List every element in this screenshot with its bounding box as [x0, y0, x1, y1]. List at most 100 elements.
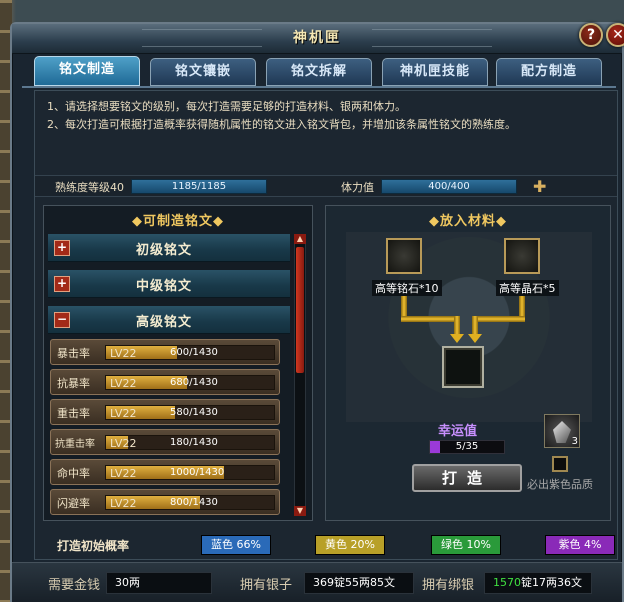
title-ornament-right — [372, 29, 492, 47]
tab-recipe-craft[interactable]: 配方制造 — [496, 58, 602, 86]
prob-purple: 紫色 4% — [545, 535, 615, 555]
tab-rune-inlay[interactable]: 铭文镶嵌 — [150, 58, 256, 86]
luck-crystal-slot[interactable]: 3 — [544, 414, 580, 448]
probability-row: 打造初始概率 蓝色 66% 黄色 20% 绿色 10% 紫色 4% — [35, 527, 617, 559]
rune-level: LV22 — [110, 467, 137, 480]
scroll-down-icon[interactable]: ▼ — [294, 506, 306, 516]
flow-arrow-right-drop — [472, 316, 478, 336]
rune-level: LV22 — [110, 377, 137, 390]
category-advanced[interactable]: − 高级铭文 — [48, 306, 290, 334]
instructions: 1、请选择想要铭文的级别，每次打造需要足够的打造材料、银两和体力。 2、每次打造… — [47, 98, 607, 134]
scroll-thumb[interactable] — [296, 247, 304, 373]
materials-panel: ◆放入材料◆ 高等铭石*10 高等晶石*5 幸运值 5/35 3 打造 必出紫色… — [325, 205, 611, 521]
crystal-count: 3 — [571, 436, 578, 447]
question-icon: ? — [586, 27, 596, 43]
rune-row[interactable]: 抗重击率 LV22 180/1430 — [50, 429, 280, 455]
category-label: 中级铭文 — [136, 279, 193, 294]
rune-progress-bar: LV22 580/1430 — [105, 405, 275, 420]
must-purple-label: 必出紫色品质 — [527, 478, 593, 491]
category-label: 高级铭文 — [136, 315, 193, 330]
tab-rune-disassemble[interactable]: 铭文拆解 — [266, 58, 372, 86]
material-slot-2[interactable] — [504, 238, 540, 274]
category-basic[interactable]: + 初级铭文 — [48, 234, 290, 262]
forge-button[interactable]: 打造 — [412, 464, 522, 492]
silver-value: 369锭55两85文 — [304, 572, 414, 594]
flow-arrow-left-drop — [454, 316, 460, 336]
rune-name: 命中率 — [57, 467, 90, 480]
bound-silver-rest: 锭17两36文 — [521, 576, 582, 589]
luck-bar: 5/35 — [429, 440, 505, 454]
close-icon: ✕ — [612, 27, 624, 43]
rune-level: LV22 — [110, 407, 137, 420]
shenjixia-window: 神机匣 ? ✕ 铭文制造 铭文镶嵌 铭文拆解 神机匣技能 配方制造 1、请选择想… — [10, 22, 624, 602]
flow-arrow-left-across — [401, 316, 459, 322]
crystal-icon — [553, 421, 571, 443]
rune-row[interactable]: 重击率 LV22 580/1430 — [50, 399, 280, 425]
scroll-up-icon[interactable]: ▲ — [294, 234, 306, 244]
bound-silver-label: 拥有绑银 — [422, 578, 475, 593]
rune-name: 抗暴率 — [57, 377, 90, 390]
proficiency-label: 熟练度等级40 — [55, 181, 124, 194]
tab-rune-craft[interactable]: 铭文制造 — [34, 56, 140, 86]
stamina-label: 体力值 — [341, 181, 374, 194]
close-button[interactable]: ✕ — [606, 23, 624, 47]
tab-machine-skill[interactable]: 神机匣技能 — [382, 58, 488, 86]
rune-progress-bar: LV22 600/1430 — [105, 345, 275, 360]
bound-silver-value: 1570锭17两36文 — [484, 572, 592, 594]
instruction-line-2: 2、每次打造可根据打造概率获得随机属性的铭文进入铭文背包，并增加该条属性铭文的熟… — [47, 118, 516, 131]
rune-progress-bar: LV22 800/1430 — [105, 495, 275, 510]
rune-progress-value: 1000/1430 — [170, 467, 225, 478]
arrow-down-icon — [450, 334, 464, 343]
rune-row[interactable]: 暴击率 LV22 600/1430 — [50, 339, 280, 365]
rune-progress-bar: LV22 180/1430 — [105, 435, 275, 450]
rune-row[interactable]: 抗暴率 LV22 680/1430 — [50, 369, 280, 395]
category-label: 初级铭文 — [136, 243, 193, 258]
instruction-line-1: 1、请选择想要铭文的级别，每次打造需要足够的打造材料、银两和体力。 — [47, 100, 406, 113]
rune-name: 重击率 — [57, 407, 90, 420]
bound-silver-ingots: 1570 — [493, 576, 521, 589]
titlebar: 神机匣 ? ✕ — [12, 23, 624, 54]
category-intermediate[interactable]: + 中级铭文 — [48, 270, 290, 298]
rune-level: LV22 — [110, 347, 137, 360]
stamina-bar: 400/400 — [381, 179, 517, 194]
craftable-runes-panel: ◆可制造铭文◆ + 初级铭文 + 中级铭文 − 高级铭文 暴击率 LV22 60… — [43, 205, 313, 521]
probability-label: 打造初始概率 — [57, 539, 130, 553]
rune-progress-value: 600/1430 — [170, 347, 218, 358]
tab-bar: 铭文制造 铭文镶嵌 铭文拆解 神机匣技能 配方制造 — [34, 56, 614, 86]
arrow-down-icon — [468, 334, 482, 343]
rune-name: 抗重击率 — [55, 439, 95, 450]
rune-progress-value: 580/1430 — [170, 407, 218, 418]
must-purple-checkbox[interactable] — [552, 456, 568, 472]
rune-row[interactable]: 命中率 LV22 1000/1430 — [50, 459, 280, 485]
flow-arrow-right-across — [472, 316, 525, 322]
rune-progress-bar: LV22 1000/1430 — [105, 465, 275, 480]
rune-name: 闪避率 — [57, 497, 90, 510]
collapse-icon[interactable]: − — [54, 312, 70, 328]
rune-progress-value: 180/1430 — [170, 437, 218, 448]
help-button[interactable]: ? — [579, 23, 603, 47]
add-stamina-icon[interactable]: ✚ — [533, 177, 546, 196]
gold-value: 30两 — [106, 572, 212, 594]
rune-row[interactable]: 闪避率 LV22 800/1430 — [50, 489, 280, 515]
prob-green: 绿色 10% — [431, 535, 501, 555]
silver-label: 拥有银子 — [240, 578, 293, 593]
material-2-label: 高等晶石*5 — [496, 280, 559, 296]
expand-icon[interactable]: + — [54, 240, 70, 256]
craftable-runes-title: ◆可制造铭文◆ — [132, 214, 224, 229]
expand-icon[interactable]: + — [54, 276, 70, 292]
tab-divider — [22, 86, 616, 88]
materials-title: ◆放入材料◆ — [429, 214, 507, 229]
rune-progress-bar: LV22 680/1430 — [105, 375, 275, 390]
material-1-label: 高等铭石*10 — [372, 280, 442, 296]
result-slot[interactable] — [442, 346, 484, 388]
machine-illustration — [346, 232, 592, 422]
title-ornament-left — [142, 29, 262, 47]
material-slot-1[interactable] — [386, 238, 422, 274]
window-title: 神机匣 — [293, 30, 341, 46]
rune-name: 暴击率 — [57, 347, 90, 360]
rune-list-scrollbar[interactable]: ▲ ▼ — [294, 234, 306, 516]
craft-panel: 1、请选择想要铭文的级别，每次打造需要足够的打造材料、银两和体力。 2、每次打造… — [34, 90, 618, 560]
rune-level: LV22 — [110, 497, 137, 510]
prob-blue: 蓝色 66% — [201, 535, 271, 555]
rune-level: LV22 — [110, 437, 137, 450]
